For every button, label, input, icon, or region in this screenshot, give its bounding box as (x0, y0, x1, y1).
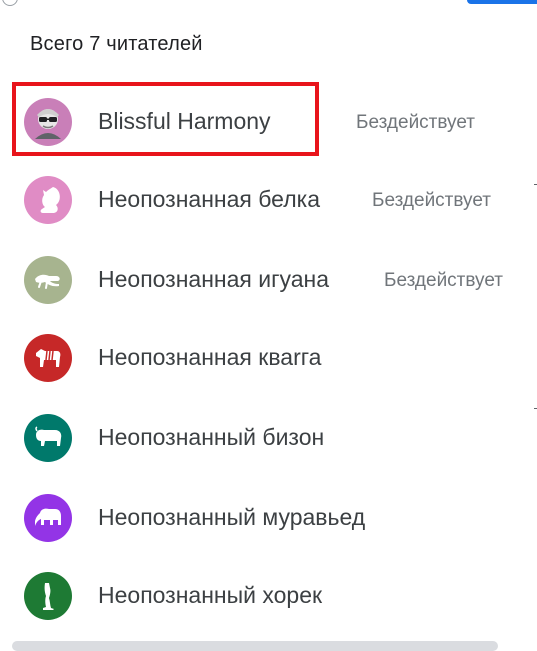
reader-row[interactable]: Неопознанный бизон (0, 396, 537, 472)
ferret-avatar (24, 572, 72, 620)
reader-row[interactable]: Неопознанная игуана Бездействует (0, 238, 537, 314)
reader-row[interactable]: Неопознанная кваrга (0, 316, 537, 392)
reader-name: Неопознанный муравьед (98, 504, 366, 530)
reader-row[interactable]: Неопознанный хорек (0, 554, 537, 630)
quagga-avatar (24, 334, 72, 382)
iguana-icon (35, 274, 60, 289)
readers-panel: Всего 7 читателей Blissful Harmony Безде… (0, 0, 537, 651)
ferret-icon (43, 583, 54, 610)
reader-name: Неопознанный хорек (98, 582, 323, 608)
iguana-avatar (24, 256, 72, 304)
reader-name: Неопознанная кваrга (98, 344, 322, 370)
reader-row[interactable]: Неопознанный муравьед (0, 476, 537, 552)
reader-status: Бездействует (372, 190, 491, 211)
window-control[interactable] (2, 0, 18, 6)
scrollbar[interactable] (12, 641, 498, 651)
quagga-icon (36, 349, 61, 367)
reader-row[interactable]: Неопознанная белка Бездействует (0, 158, 537, 234)
accent-button[interactable] (467, 0, 537, 4)
bison-avatar (24, 414, 72, 462)
reader-name: Неопознанная игуана (98, 266, 330, 292)
reader-status: Бездействует (384, 270, 503, 291)
squirrel-icon (40, 187, 60, 213)
bison-icon (35, 426, 62, 446)
reader-name: Неопознанная белка (98, 186, 320, 212)
readers-count-title: Всего 7 читателей (30, 33, 203, 55)
anteater-icon (35, 508, 61, 526)
reader-status: Бездействует (356, 112, 475, 133)
squirrel-avatar (24, 176, 72, 224)
anteater-avatar (24, 494, 72, 542)
reader-name: Неопознанный бизон (98, 424, 325, 450)
selected-reader-highlight (12, 82, 319, 156)
